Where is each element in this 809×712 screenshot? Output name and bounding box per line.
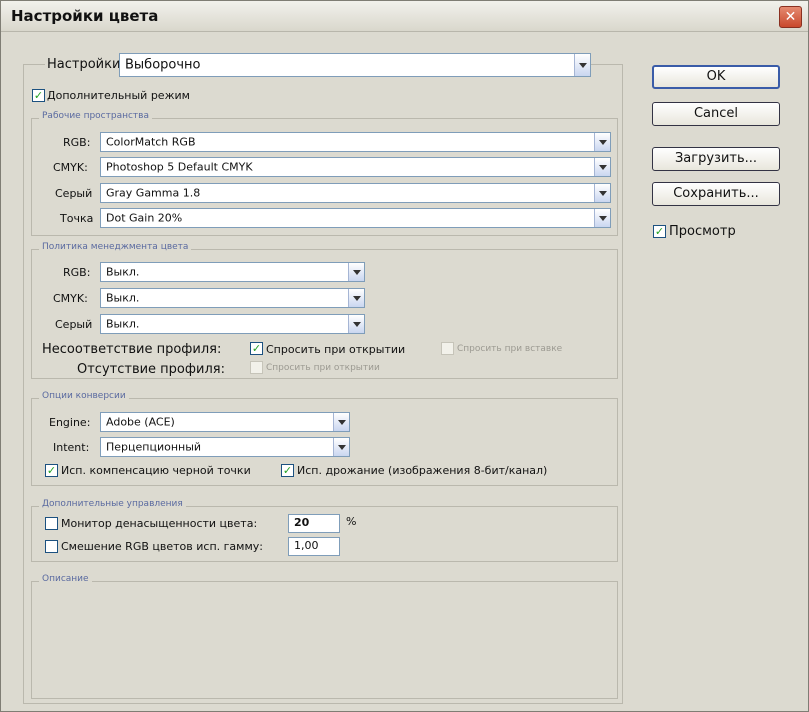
ws-rgb-select[interactable]: ColorMatch RGB [100,132,611,152]
chevron-down-icon[interactable] [333,438,349,456]
ws-spot-select[interactable]: Dot Gain 20% [100,208,611,228]
advanced-mode-label: Дополнительный режим [47,89,190,102]
missing-ask-open-checkbox[interactable] [250,361,263,374]
mismatch-ask-open-checkbox[interactable]: ✓ [250,342,263,355]
desaturate-unit: % [346,515,357,528]
settings-label: Настройки [45,57,123,72]
working-spaces-legend: Рабочие пространства [39,111,152,121]
chevron-down-icon[interactable] [594,133,610,151]
title-bar[interactable]: Настройки цвета ✕ [1,1,808,32]
desaturate-checkbox[interactable] [45,517,58,530]
black-point-checkbox[interactable]: ✓ [45,464,58,477]
mismatch-ask-open-label: Спросить при открытии [266,343,406,356]
engine-select[interactable]: Adobe (ACE) [100,412,350,432]
policy-cmyk-label: CMYK: [53,292,88,305]
desaturate-label: Монитор денасыщенности цвета: [61,517,258,530]
advanced-mode-checkbox[interactable]: ✓ [32,89,45,102]
chevron-down-icon[interactable] [348,263,364,281]
chevron-down-icon[interactable] [348,315,364,333]
profile-mismatch-label: Несоответствие профиля: [42,342,222,357]
chevron-down-icon[interactable] [333,413,349,431]
settings-select[interactable]: Выборочно [119,53,591,77]
engine-label: Engine: [49,416,91,429]
ws-gray-label: Серый [55,187,93,200]
dither-checkbox[interactable]: ✓ [281,464,294,477]
chevron-down-icon[interactable] [594,184,610,202]
desaturate-input[interactable]: 20 [288,514,340,533]
policy-gray-label: Серый [55,318,93,331]
save-button[interactable]: Сохранить... [652,182,780,206]
mismatch-ask-paste-label: Спросить при вставке [457,344,563,354]
policy-cmyk-select[interactable]: Выкл. [100,288,365,308]
cancel-button[interactable]: Cancel [652,102,780,126]
profile-missing-label: Отсутствие профиля: [77,362,225,377]
ws-cmyk-label: CMYK: [53,161,88,174]
policy-rgb-select[interactable]: Выкл. [100,262,365,282]
chevron-down-icon[interactable] [594,158,610,176]
policies-legend: Политика менеджмента цвета [39,242,192,252]
mismatch-ask-paste-checkbox[interactable] [441,342,454,355]
chevron-down-icon[interactable] [348,289,364,307]
conversion-legend: Опции конверсии [39,391,129,401]
black-point-label: Исп. компенсацию черной точки [61,464,251,477]
ws-gray-select[interactable]: Gray Gamma 1.8 [100,183,611,203]
description-group [31,581,618,699]
preview-checkbox[interactable]: ✓ [653,225,666,238]
policy-rgb-label: RGB: [63,266,91,279]
color-settings-dialog: Настройки цвета ✕ Настройки Выборочно ✓ … [0,0,809,712]
blend-gamma-input[interactable]: 1,00 [288,537,340,556]
intent-select[interactable]: Перцепционный [100,437,350,457]
chevron-down-icon[interactable] [574,54,590,76]
close-button[interactable]: ✕ [779,6,802,28]
missing-ask-open-label: Спросить при открытии [266,363,380,373]
description-legend: Описание [39,574,92,584]
close-icon: ✕ [784,9,797,25]
policy-gray-select[interactable]: Выкл. [100,314,365,334]
blend-gamma-checkbox[interactable] [45,540,58,553]
preview-label: Просмотр [669,224,736,239]
chevron-down-icon[interactable] [594,209,610,227]
dialog-title: Настройки цвета [11,7,159,25]
advanced-controls-legend: Дополнительные управления [39,499,186,509]
ok-button[interactable]: OK [652,65,780,89]
ws-rgb-label: RGB: [63,136,91,149]
ws-spot-label: Точка [60,212,94,225]
dither-label: Исп. дрожание (изображения 8-бит/канал) [297,464,548,477]
load-button[interactable]: Загрузить... [652,147,780,171]
ws-cmyk-select[interactable]: Photoshop 5 Default CMYK [100,157,611,177]
intent-label: Intent: [53,441,90,454]
blend-gamma-label: Смешение RGB цветов исп. гамму: [61,540,263,553]
